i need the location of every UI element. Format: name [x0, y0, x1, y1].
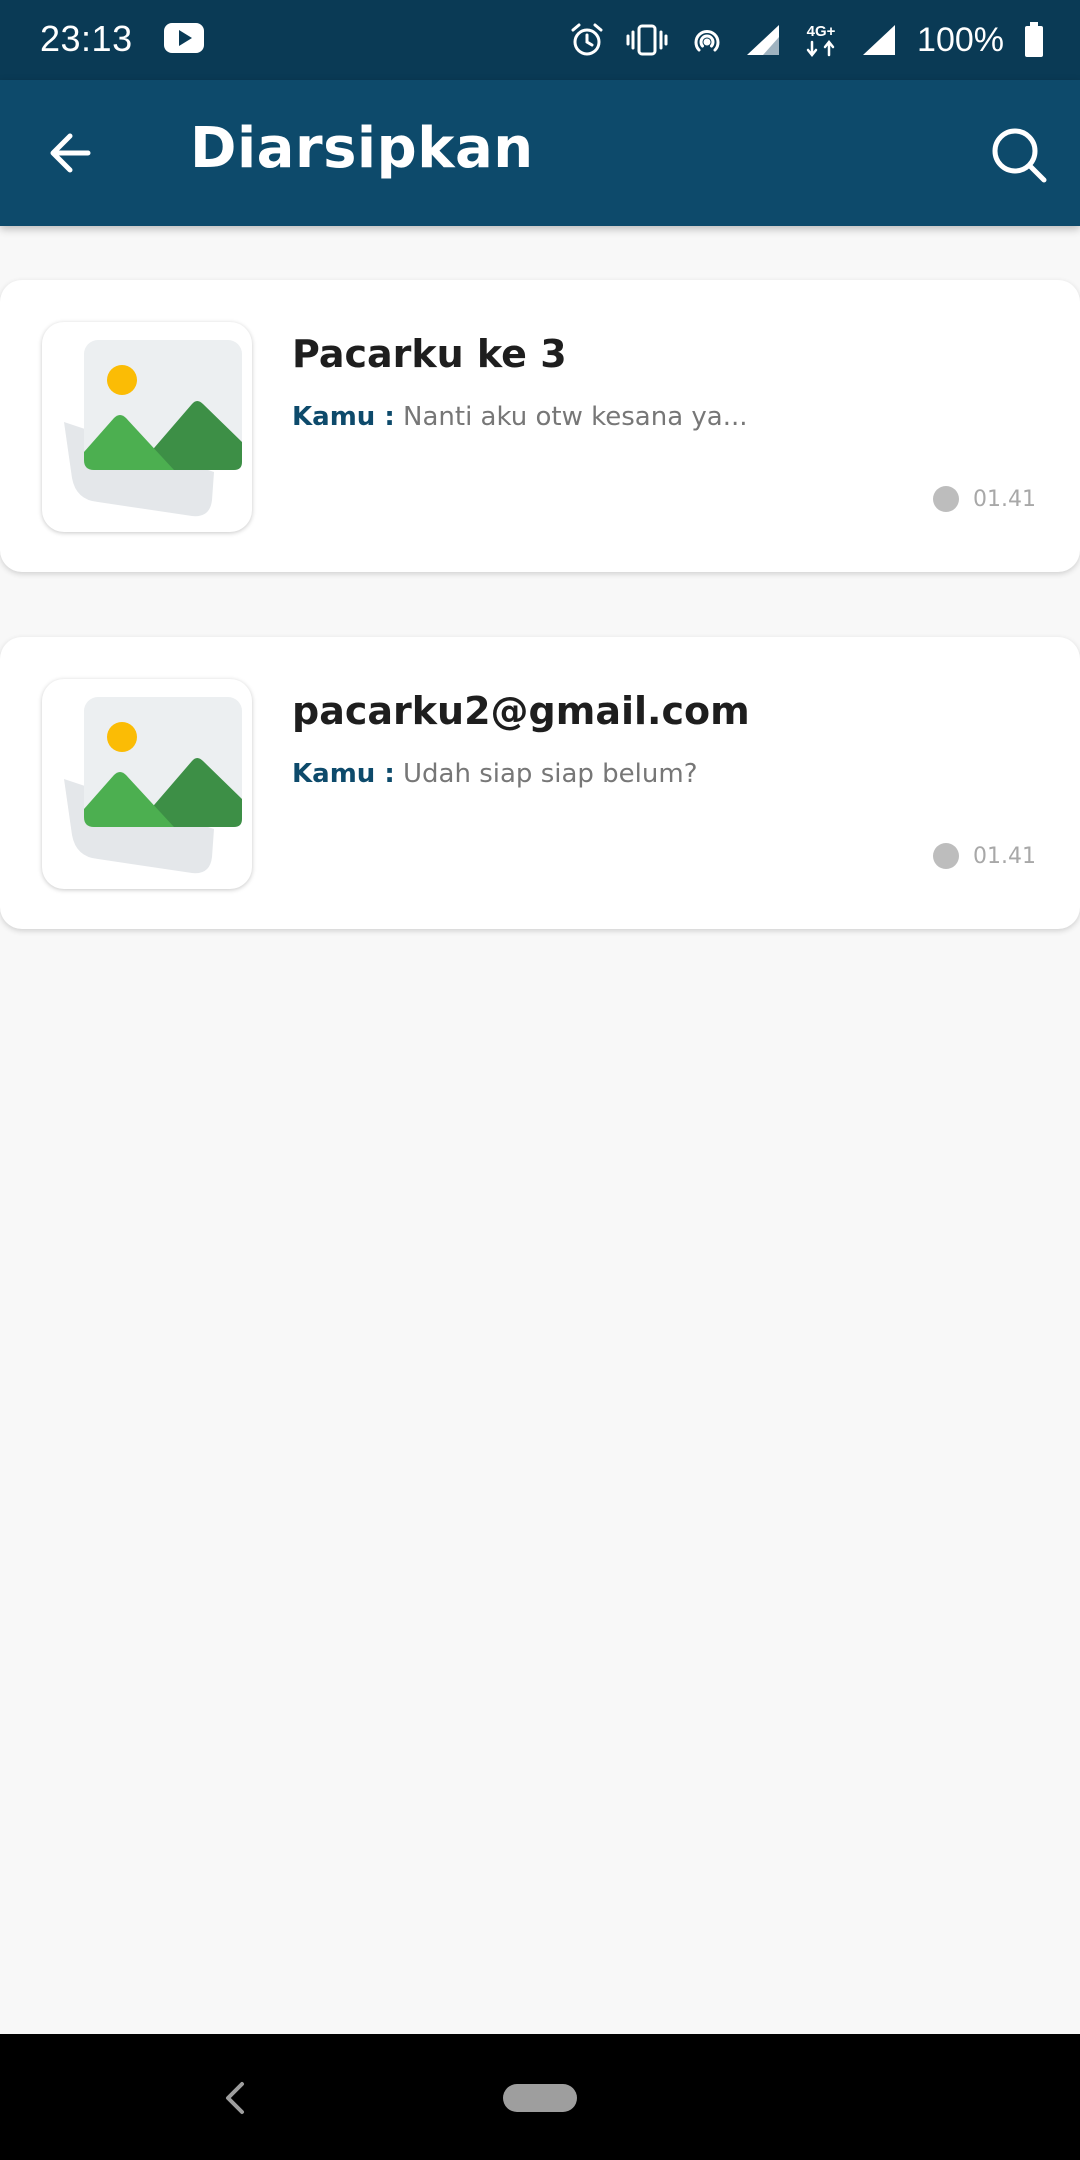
nav-back-icon [226, 2082, 244, 2114]
search-icon [992, 128, 1047, 183]
image-placeholder-icon [64, 340, 242, 517]
network-4g-icon: 4G+ [801, 20, 841, 60]
chat-list-item[interactable]: Pacarku ke 3 Kamu : Nanti aku otw kesana… [0, 280, 1080, 572]
message-preview: Kamu : Udah siap siap belum? [292, 759, 698, 789]
message-time: 01.41 [973, 486, 1036, 512]
page-title: Diarsipkan [190, 116, 534, 181]
arrow-left-icon [50, 133, 91, 173]
battery-icon [1024, 22, 1044, 58]
signal-icon [745, 23, 781, 57]
message-status-dot [933, 843, 960, 869]
signal-icon [861, 23, 897, 57]
chat-title: Pacarku ke 3 [292, 332, 567, 376]
preview-sender-label: Kamu : [292, 759, 395, 789]
hotspot-icon [689, 22, 725, 58]
message-preview: Kamu : Nanti aku otw kesana ya... [292, 402, 748, 432]
nav-back-button[interactable] [222, 2080, 248, 2116]
status-time: 23:13 [40, 18, 133, 59]
image-placeholder-icon [64, 697, 242, 874]
alarm-icon [569, 22, 605, 58]
battery-percent: 100% [917, 20, 1004, 59]
status-icons: 4G+ 100% [569, 16, 1044, 64]
search-button[interactable] [988, 124, 1050, 186]
network-label: 4G+ [807, 23, 836, 40]
status-bar: 23:13 4G+ 100% [0, 0, 1080, 80]
vibrate-icon [625, 23, 669, 57]
chat-list-item[interactable]: pacarku2@gmail.com Kamu : Udah siap siap… [0, 637, 1080, 929]
avatar [42, 679, 252, 889]
message-meta: 01.41 [933, 486, 1036, 512]
system-nav-bar [0, 2034, 1080, 2160]
message-meta: 01.41 [933, 843, 1036, 869]
message-time: 01.41 [973, 843, 1036, 869]
message-status-dot [933, 486, 960, 512]
preview-sender-label: Kamu : [292, 402, 395, 432]
app-bar: Diarsipkan [0, 80, 1080, 226]
avatar [42, 322, 252, 532]
back-button[interactable] [40, 120, 106, 186]
youtube-icon [163, 22, 205, 54]
chat-title: pacarku2@gmail.com [292, 689, 750, 733]
preview-text: Udah siap siap belum? [403, 759, 698, 789]
preview-text: Nanti aku otw kesana ya... [403, 402, 748, 432]
nav-home-button[interactable] [503, 2084, 577, 2112]
